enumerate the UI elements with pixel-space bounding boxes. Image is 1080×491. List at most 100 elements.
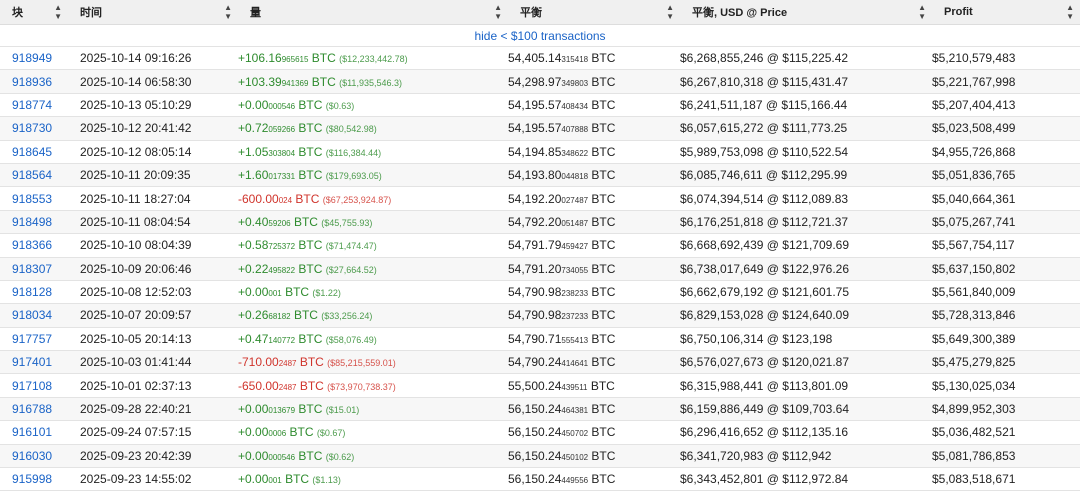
amount-cell: +0.00001 BTC ($1.22) xyxy=(238,280,508,305)
amount-usd: ($58,076.49) xyxy=(325,334,377,345)
block-cell: 918366 xyxy=(0,233,68,258)
block-link[interactable]: 916788 xyxy=(12,402,52,416)
profit-cell: $5,475,279,825 xyxy=(932,350,1080,375)
amount-usd: ($73,970,738.37) xyxy=(327,381,396,392)
block-link[interactable]: 918730 xyxy=(12,121,52,135)
sort-icon[interactable]: ▲ ▼ xyxy=(916,3,926,21)
balance-cell: 56,150.24450102 BTC xyxy=(508,444,680,469)
amount-fraction: 024 xyxy=(278,195,293,205)
block-link[interactable]: 918307 xyxy=(12,262,52,276)
table-row: 917108 2025-10-01 02:37:13 -650.002487 BTC… xyxy=(0,373,1080,398)
block-link[interactable]: 916101 xyxy=(12,425,52,439)
balance-cell: 54,195.57408434 BTC xyxy=(508,93,680,118)
amount-fraction: 140772 xyxy=(268,335,296,345)
time-cell: 2025-10-03 01:41:44 xyxy=(68,350,238,375)
amount-cell: +106.16965615 BTC ($12,233,442.78) xyxy=(238,46,508,71)
time-cell: 2025-10-05 20:14:13 xyxy=(68,327,238,352)
block-link[interactable]: 918936 xyxy=(12,75,52,89)
balance-fraction: 348622 xyxy=(561,148,589,158)
col-header-balance[interactable]: 平衡 ▲ ▼ xyxy=(508,0,680,25)
col-header-time[interactable]: 时间 ▲ ▼ xyxy=(68,0,238,25)
block-link[interactable]: 916030 xyxy=(12,449,52,463)
balance-unit: BTC xyxy=(588,214,616,229)
table-row: 918366 2025-10-10 08:04:39 +0.58725372 BTC… xyxy=(0,233,1080,258)
filter-toggle-row: hide < $100 transactions xyxy=(0,24,1080,47)
col-header-label: Profit xyxy=(944,6,973,18)
amount-cell: +0.72059266 BTC ($80,542.98) xyxy=(238,116,508,141)
amount-fraction: 013679 xyxy=(268,406,296,416)
table-row: 918128 2025-10-08 12:52:03 +0.00001 BTC ($… xyxy=(0,280,1080,305)
amount-unit: BTC xyxy=(295,144,326,159)
time-cell: 2025-10-09 20:06:46 xyxy=(68,257,238,281)
block-link[interactable]: 918553 xyxy=(12,192,52,206)
amount-fraction: 2487 xyxy=(278,359,297,369)
hide-small-transactions-link[interactable]: hide < $100 transactions xyxy=(474,29,605,43)
amount-main: -710.00 xyxy=(238,355,279,370)
amount-unit: BTC xyxy=(308,74,340,89)
balance-usd-price-cell: $6,341,720,983 @ $112,942 xyxy=(680,444,932,469)
block-link[interactable]: 918774 xyxy=(12,98,52,112)
block-link[interactable]: 917757 xyxy=(12,332,52,346)
balance-usd-price-cell: $6,268,855,246 @ $115,225.42 xyxy=(680,46,932,71)
amount-unit: BTC xyxy=(295,261,326,276)
amount-main: +0.58 xyxy=(238,238,269,253)
profit-cell: $5,051,836,765 xyxy=(932,163,1080,188)
balance-fraction: 027487 xyxy=(561,195,589,205)
amount-cell: +0.00013679 BTC ($15.01) xyxy=(238,397,508,422)
balance-unit: BTC xyxy=(588,402,616,417)
balance-unit: BTC xyxy=(587,378,615,393)
block-cell: 917757 xyxy=(0,327,68,352)
block-link[interactable]: 917108 xyxy=(12,379,52,393)
block-link[interactable]: 918949 xyxy=(12,51,52,65)
time-cell: 2025-10-12 20:41:42 xyxy=(68,116,238,141)
amount-cell: +0.2668182 BTC ($33,256.24) xyxy=(238,303,508,328)
balance-cell: 54,195.57407888 BTC xyxy=(508,116,680,141)
amount-cell: -650.002487 BTC ($73,970,738.37) xyxy=(238,373,508,398)
sort-icon[interactable]: ▲ ▼ xyxy=(52,3,62,21)
amount-cell: +0.000006 BTC ($0.67) xyxy=(238,420,508,445)
amount-main: +1.05 xyxy=(238,144,269,159)
profit-cell: $5,083,518,671 xyxy=(932,467,1080,491)
block-link[interactable]: 918034 xyxy=(12,308,52,322)
amount-cell: +1.60017331 BTC ($179,693.05) xyxy=(238,163,508,188)
block-cell: 916101 xyxy=(0,420,68,445)
block-link[interactable]: 918366 xyxy=(12,238,52,252)
sort-icon[interactable]: ▲ ▼ xyxy=(492,3,502,21)
block-link[interactable]: 915998 xyxy=(12,472,52,486)
col-header-block[interactable]: 块 ▲ ▼ xyxy=(0,0,68,25)
amount-fraction: 303804 xyxy=(268,148,296,158)
balance-main: 54,298.97 xyxy=(508,74,562,89)
amount-unit: BTC xyxy=(296,378,328,393)
balance-fraction: 450702 xyxy=(561,429,589,439)
col-header-amount[interactable]: 量 ▲ ▼ xyxy=(238,0,508,25)
col-header-profit[interactable]: Profit ▲ ▼ xyxy=(932,0,1080,25)
time-cell: 2025-10-14 09:16:26 xyxy=(68,46,238,71)
sort-icon[interactable]: ▲ ▼ xyxy=(664,3,674,21)
block-link[interactable]: 917401 xyxy=(12,355,52,369)
amount-fraction: 59206 xyxy=(268,218,291,228)
block-cell: 918498 xyxy=(0,210,68,235)
col-header-balance-usd[interactable]: 平衡, USD @ Price ▲ ▼ xyxy=(680,0,932,25)
profit-cell: $5,637,150,802 xyxy=(932,257,1080,281)
amount-fraction: 2487 xyxy=(278,382,297,392)
amount-unit: BTC xyxy=(295,331,326,346)
sort-icon[interactable]: ▲ ▼ xyxy=(1064,3,1074,21)
amount-usd: ($179,693.05) xyxy=(325,171,382,182)
balance-main: 54,790.98 xyxy=(508,285,562,300)
block-link[interactable]: 918564 xyxy=(12,168,52,182)
block-cell: 916788 xyxy=(0,397,68,422)
balance-usd-price-cell: $5,989,753,098 @ $110,522.54 xyxy=(680,140,932,164)
block-link[interactable]: 918498 xyxy=(12,215,52,229)
block-link[interactable]: 918645 xyxy=(12,145,52,159)
sort-icon[interactable]: ▲ ▼ xyxy=(222,3,232,21)
balance-unit: BTC xyxy=(588,355,616,370)
block-link[interactable]: 918128 xyxy=(12,285,52,299)
balance-main: 54,791.20 xyxy=(508,261,562,276)
time-cell: 2025-10-12 08:05:14 xyxy=(68,140,238,164)
profit-cell: $5,567,754,117 xyxy=(932,233,1080,258)
table-row: 918949 2025-10-14 09:16:26 +106.16965615 B… xyxy=(0,46,1080,71)
amount-unit: BTC xyxy=(290,308,322,323)
balance-main: 54,405.14 xyxy=(508,51,562,66)
amount-main: +0.72 xyxy=(238,121,269,136)
balance-usd-price-cell: $6,241,511,187 @ $115,166.44 xyxy=(680,93,932,118)
